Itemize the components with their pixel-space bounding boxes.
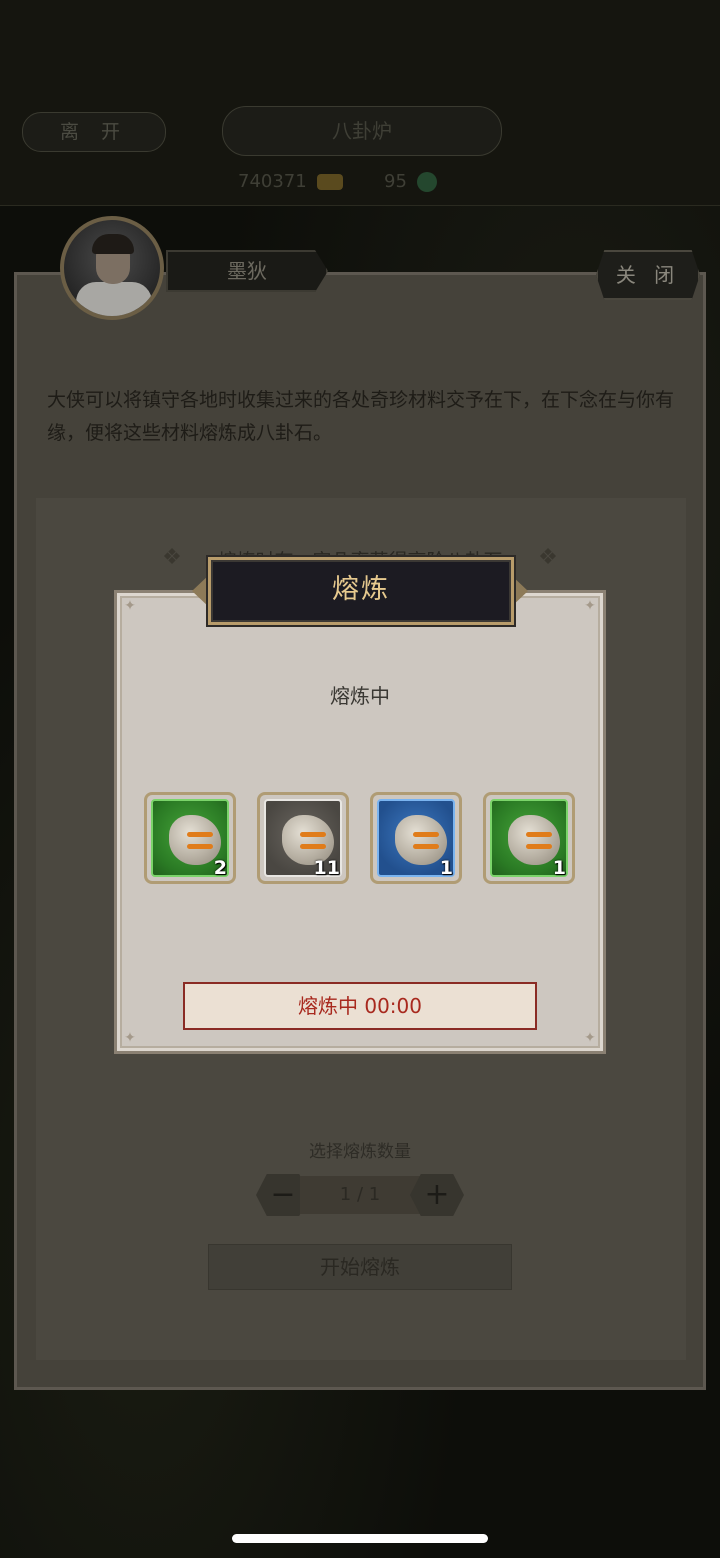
quantity-plus-button[interactable]: + <box>410 1174 464 1216</box>
corner-ornament-icon: ✦ <box>584 1030 596 1046</box>
item-count: 1 <box>439 857 453 879</box>
leave-button[interactable]: 离 开 <box>22 112 166 152</box>
item-slot-white[interactable]: 11 <box>257 792 349 884</box>
top-bar <box>0 0 720 206</box>
gold-resource: 740371 <box>238 170 343 194</box>
corner-ornament-icon: ✦ <box>124 1030 136 1046</box>
item-count: 1 <box>552 857 566 879</box>
npc-name: 墨狄 <box>166 250 328 292</box>
npc-dialog-text: 大侠可以将镇守各地时收集过来的各处奇珍材料交予在下，在下念在与你有缘，便将这些材… <box>47 389 675 444</box>
start-smelt-button[interactable]: 开始熔炼 <box>208 1244 512 1290</box>
page-title: 八卦炉 <box>222 106 502 156</box>
smelt-progress-button[interactable]: 熔炼中 00:00 <box>183 982 537 1030</box>
modal-title: 熔炼 <box>208 557 514 625</box>
quantity-label: 选择熔炼数量 <box>309 1142 411 1162</box>
jade-icon <box>416 172 437 192</box>
jade-amount: 95 <box>384 171 407 192</box>
jade-resource: 95 <box>384 170 437 194</box>
gold-amount: 740371 <box>238 171 307 192</box>
corner-ornament-icon: ✦ <box>584 598 596 614</box>
item-count: 2 <box>213 857 227 879</box>
npc-portrait <box>60 216 164 320</box>
quantity-value: 1 / 1 <box>300 1176 420 1214</box>
close-button[interactable]: 关 闭 <box>596 250 700 300</box>
corner-ornament-icon: ✦ <box>124 598 136 614</box>
item-slot-blue[interactable]: 1 <box>370 792 462 884</box>
smelt-status: 熔炼中 <box>330 684 390 708</box>
item-slot-green[interactable]: 1 <box>483 792 575 884</box>
ornament-right-icon: ❖ <box>538 545 558 570</box>
item-count: 11 <box>313 857 340 879</box>
gold-ingot-icon <box>316 174 343 190</box>
item-slot-green[interactable]: 2 <box>144 792 236 884</box>
home-indicator[interactable] <box>232 1534 488 1543</box>
